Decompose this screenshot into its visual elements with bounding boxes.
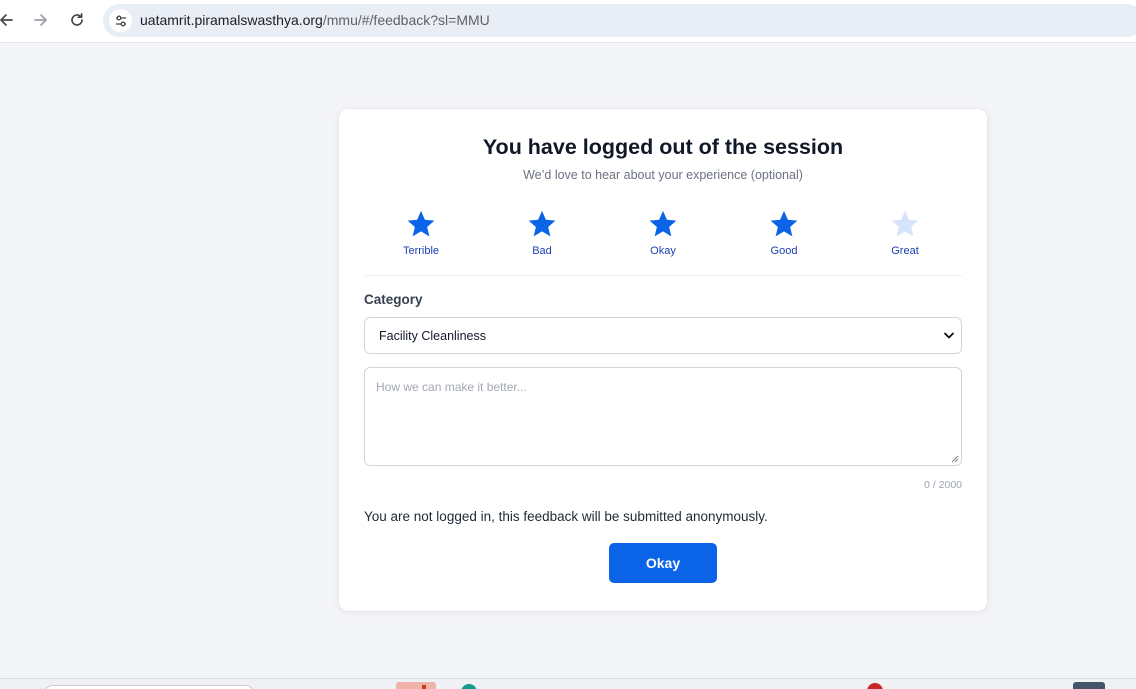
category-select-value: Facility Cleanliness: [379, 329, 486, 343]
rating-label: Bad: [532, 245, 552, 257]
rating-okay[interactable]: Okay: [623, 205, 703, 267]
url-path: /mmu/#/feedback?sl=MMU: [322, 12, 490, 28]
star-icon: [649, 210, 677, 237]
rating-label: Great: [891, 245, 919, 257]
star-icon: [528, 210, 556, 237]
notification-badge-icon[interactable]: [867, 683, 883, 689]
taskbar-app-icon[interactable]: [461, 684, 477, 689]
star-icon: [407, 210, 435, 237]
rating-bad[interactable]: Bad: [502, 205, 582, 267]
rating-label: Good: [770, 245, 798, 257]
forward-arrow-icon[interactable]: [29, 8, 53, 32]
taskbar: [0, 678, 1136, 689]
rating-terrible[interactable]: Terrible: [381, 205, 461, 267]
address-bar[interactable]: uatamrit.piramalswasthya.org/mmu/#/feedb…: [103, 4, 1136, 37]
taskbar-app-icon[interactable]: [396, 682, 436, 689]
anonymous-note: You are not logged in, this feedback wil…: [364, 509, 768, 524]
category-select[interactable]: Facility Cleanliness: [364, 317, 962, 354]
rating-great[interactable]: Great: [865, 205, 945, 267]
reload-icon[interactable]: [65, 8, 89, 32]
star-icon: [891, 210, 919, 237]
rating-label: Terrible: [402, 245, 440, 257]
chevron-down-icon: [944, 332, 954, 339]
star-rating: Terrible Bad Okay Good Great: [364, 205, 964, 275]
taskbar-app-icon[interactable]: [1073, 682, 1105, 689]
page-title: You have logged out of the session: [482, 135, 844, 159]
star-icon: [770, 210, 798, 237]
rating-good[interactable]: Good: [744, 205, 824, 267]
okay-button[interactable]: Okay: [609, 543, 717, 583]
resize-grip-icon[interactable]: [950, 454, 959, 463]
feedback-card: You have logged out of the session We’d …: [339, 109, 987, 611]
feedback-comment-input[interactable]: How we can make it better...: [364, 367, 962, 466]
rating-label: Okay: [650, 245, 676, 257]
back-arrow-icon[interactable]: [0, 8, 18, 32]
url-host: uatamrit.piramalswasthya.org: [140, 12, 323, 28]
divider: [364, 275, 962, 276]
taskbar-search[interactable]: [43, 685, 255, 689]
site-settings-icon[interactable]: [109, 9, 132, 32]
category-label: Category: [364, 292, 423, 307]
browser-toolbar: uatamrit.piramalswasthya.org/mmu/#/feedb…: [0, 0, 1136, 43]
char-counter: 0 / 2000: [924, 479, 962, 491]
comment-placeholder: How we can make it better...: [376, 380, 527, 394]
url-text[interactable]: uatamrit.piramalswasthya.org/mmu/#/feedb…: [140, 12, 490, 28]
page-subtitle: We’d love to hear about your experience …: [523, 168, 803, 182]
